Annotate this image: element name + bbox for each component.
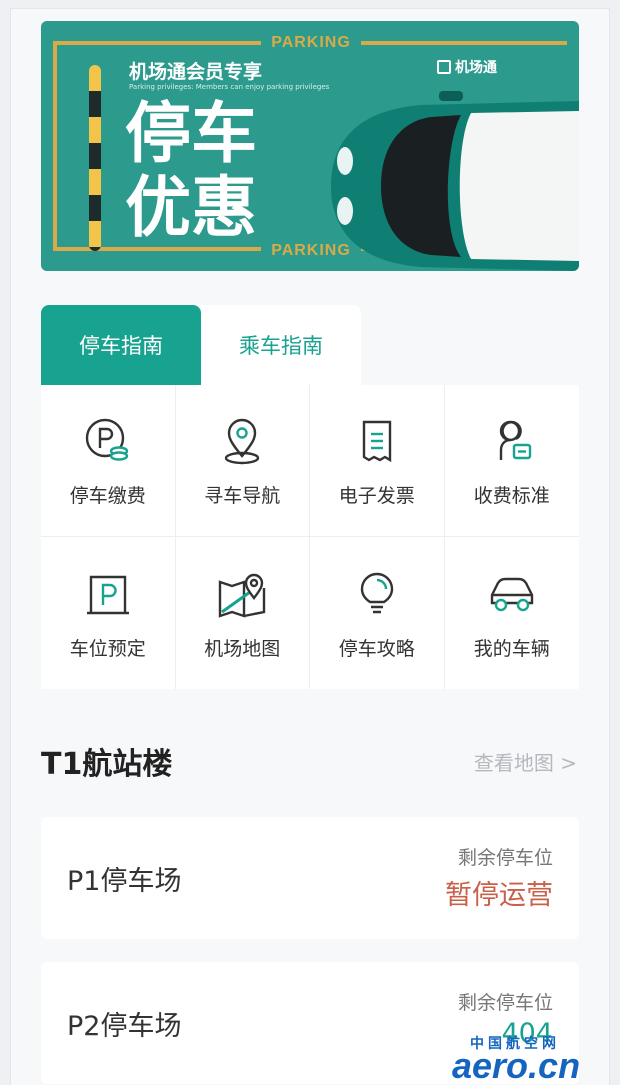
fee-standard-icon	[484, 413, 540, 469]
brand-logo: 机场通	[437, 57, 497, 77]
service-my-vehicle[interactable]: 我的车辆	[445, 537, 580, 689]
banner-member-subtitle: Parking privileges: Members can enjoy pa…	[129, 83, 330, 91]
service-label: 电子发票	[338, 485, 415, 507]
invoice-icon	[349, 413, 405, 469]
service-label: 收费标准	[473, 485, 550, 507]
service-car-finder[interactable]: 寻车导航	[175, 385, 310, 537]
terminal-title: T1航站楼	[41, 747, 173, 782]
banner-headline: 停车优惠	[125, 95, 257, 246]
watermark-en: aero.cn	[452, 1045, 581, 1085]
service-label: 停车攻略	[338, 637, 415, 660]
banner-member-title: 机场通会员专享	[129, 61, 263, 83]
lot-status: 暂停运营	[445, 880, 553, 911]
banner-parking-top: PARKING	[261, 31, 361, 55]
banner-frame-left	[53, 41, 57, 251]
remaining-label: 剩余停车位	[457, 847, 553, 869]
service-parking-pay[interactable]: 停车缴费	[41, 385, 176, 537]
lot-name: P2停车场	[67, 1011, 182, 1042]
brand-logo-icon	[437, 60, 451, 74]
service-label: 停车缴费	[69, 485, 146, 507]
service-parking-tips[interactable]: 停车攻略	[310, 537, 445, 689]
app-page: PARKING PARKING 机场通会员专享 Parking privileg…	[10, 8, 610, 1085]
car-illustration-icon	[331, 91, 579, 271]
service-label: 机场地图	[204, 637, 281, 660]
watermark-logo: 中国航空网 aero.cn	[452, 1033, 612, 1085]
barrier-pole-icon	[89, 65, 101, 251]
lot-name: P1停车场	[67, 866, 182, 897]
parking-space-icon	[80, 566, 136, 622]
tab-ride-guide[interactable]: 乘车指南	[201, 305, 361, 385]
parking-pay-icon	[80, 413, 136, 469]
location-pin-icon	[214, 413, 270, 469]
service-label: 我的车辆	[473, 637, 550, 660]
parking-lot-card[interactable]: P1停车场 剩余停车位 暂停运营	[41, 817, 579, 939]
brand-name: 机场通	[455, 60, 497, 76]
promo-banner[interactable]: PARKING PARKING 机场通会员专享 Parking privileg…	[41, 21, 579, 271]
service-airport-map[interactable]: 机场地图	[176, 537, 310, 689]
service-label: 车位预定	[69, 637, 146, 660]
service-fee-standard[interactable]: 收费标准	[444, 385, 579, 537]
tab-parking-guide[interactable]: 停车指南	[41, 305, 201, 385]
lightbulb-icon	[349, 566, 405, 622]
car-icon	[484, 566, 540, 622]
service-space-booking[interactable]: 车位预定	[41, 537, 176, 689]
remaining-label: 剩余停车位	[457, 992, 553, 1014]
service-grid: 停车缴费 寻车导航 电子发票 收费标准 车位预定 机场地图 停车攻略 我的车辆	[41, 385, 579, 689]
map-icon	[214, 566, 270, 622]
view-map-link[interactable]: 查看地图 >	[474, 747, 577, 776]
service-e-invoice[interactable]: 电子发票	[310, 385, 445, 537]
service-label: 寻车导航	[204, 485, 281, 507]
